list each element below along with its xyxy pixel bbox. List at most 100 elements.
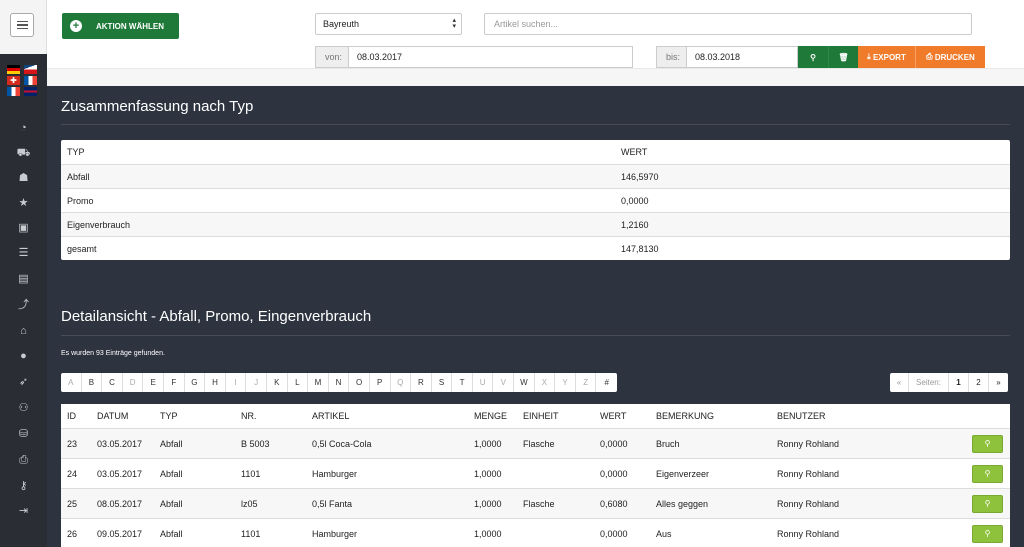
toolbar: + AKTION WÄHLEN Bayreuth ▴ ▾ Artikel such… bbox=[47, 0, 1024, 86]
letter-filter-q[interactable]: Q bbox=[391, 373, 412, 392]
letter-filter-l[interactable]: L bbox=[288, 373, 309, 392]
menu-toggle-button[interactable] bbox=[10, 13, 34, 37]
user-icon[interactable]: ● bbox=[0, 348, 47, 364]
pager-page-1[interactable]: 1 bbox=[949, 373, 969, 392]
letter-filter-y[interactable]: Y bbox=[555, 373, 576, 392]
cell-benutzer: Ronny Rohland bbox=[777, 528, 840, 539]
view-detail-button[interactable]: ⚲ bbox=[972, 434, 1003, 453]
summary-header-row: TYP WERT bbox=[61, 140, 1010, 164]
letter-filter-c[interactable]: C bbox=[102, 373, 123, 392]
detail-header-id[interactable]: ID bbox=[67, 411, 76, 421]
summary-divider bbox=[61, 124, 1010, 125]
delete-button[interactable]: 🗑 bbox=[828, 46, 858, 68]
detail-header-bemerkung[interactable]: BEMERKUNG bbox=[656, 411, 714, 421]
letter-filter-d[interactable]: D bbox=[123, 373, 144, 392]
letter-filter-i[interactable]: I bbox=[226, 373, 247, 392]
drucken-label: DRUCKEN bbox=[934, 52, 975, 62]
letter-filter-w[interactable]: W bbox=[514, 373, 535, 392]
view-detail-button[interactable]: ⚲ bbox=[972, 524, 1003, 543]
bis-date-input[interactable]: 08.03.2018 bbox=[686, 46, 798, 68]
letter-filter-v[interactable]: V bbox=[493, 373, 515, 392]
pager-prev[interactable]: « bbox=[890, 373, 909, 392]
cart-icon[interactable]: ⛟ bbox=[0, 145, 47, 161]
von-date-input[interactable]: 08.03.2017 bbox=[348, 46, 633, 68]
letter-filter-s[interactable]: S bbox=[432, 373, 453, 392]
dashboard-icon[interactable]: ◔ bbox=[0, 120, 47, 136]
detail-header-wert[interactable]: WERT bbox=[600, 411, 626, 421]
pager-page-2[interactable]: 2 bbox=[969, 373, 989, 392]
location-value: Bayreuth bbox=[323, 19, 360, 29]
location-select[interactable]: Bayreuth ▴ ▾ bbox=[315, 13, 462, 35]
flag-uk-icon[interactable] bbox=[24, 87, 37, 96]
flag-de-icon[interactable] bbox=[7, 65, 20, 74]
book-icon[interactable]: ▤ bbox=[0, 271, 47, 287]
detail-header-artikel[interactable]: ARTIKEL bbox=[312, 411, 349, 421]
letter-filter-h[interactable]: H bbox=[205, 373, 226, 392]
aktion-label: AKTION WÄHLEN bbox=[96, 21, 164, 31]
list-icon[interactable]: ☰ bbox=[0, 245, 47, 261]
cell-einheit: Flasche bbox=[523, 438, 555, 449]
search-icon: ⚲ bbox=[984, 438, 991, 448]
cell-menge: 1,0000 bbox=[474, 438, 502, 449]
chart-icon[interactable]: ⤴ bbox=[0, 297, 47, 313]
cell-wert: 0,0000 bbox=[600, 438, 628, 449]
logout-icon[interactable]: ⇥ bbox=[0, 503, 47, 519]
add-user-icon[interactable]: ☗ bbox=[0, 170, 47, 186]
letter-filter-hash[interactable]: # bbox=[596, 373, 617, 392]
summary-header-typ: TYP bbox=[67, 147, 85, 157]
cell-bemerkung: Aus bbox=[656, 528, 672, 539]
letter-filter-j[interactable]: J bbox=[246, 373, 267, 392]
article-search-input[interactable]: Artikel suchen... bbox=[484, 13, 972, 35]
letter-filter-e[interactable]: E bbox=[143, 373, 164, 392]
flag-fr-icon[interactable] bbox=[24, 76, 37, 85]
letter-filter-a[interactable]: A bbox=[61, 373, 82, 392]
letter-filter-u[interactable]: U bbox=[473, 373, 494, 392]
letter-filter-r[interactable]: R bbox=[411, 373, 432, 392]
alphabet-filter: A B C D E F G H I J K L M N O P Q R S T U V W X Y Z # bbox=[61, 373, 618, 392]
cell-datum: 08.05.2017 bbox=[97, 498, 143, 509]
letter-filter-o[interactable]: O bbox=[349, 373, 370, 392]
flag-ch-icon[interactable]: ✚ bbox=[7, 76, 20, 85]
letter-filter-p[interactable]: P bbox=[370, 373, 391, 392]
aktion-waehlen-button[interactable]: + AKTION WÄHLEN bbox=[62, 13, 179, 39]
detail-header-datum[interactable]: DATUM bbox=[97, 411, 128, 421]
letter-filter-g[interactable]: G bbox=[185, 373, 206, 392]
cell-artikel: 0,5l Coca-Cola bbox=[312, 438, 372, 449]
letter-filter-f[interactable]: F bbox=[164, 373, 185, 392]
search-button[interactable]: ⚲ bbox=[798, 46, 828, 68]
view-detail-button[interactable]: ⚲ bbox=[972, 464, 1003, 483]
letter-filter-b[interactable]: B bbox=[82, 373, 103, 392]
view-detail-button[interactable]: ⚲ bbox=[972, 494, 1003, 513]
detail-header-nr[interactable]: NR. bbox=[241, 411, 257, 421]
rocket-icon[interactable]: ➶ bbox=[0, 374, 47, 390]
home-icon[interactable]: ⌂ bbox=[0, 323, 47, 339]
users-icon[interactable]: ⚇ bbox=[0, 400, 47, 416]
letter-filter-z[interactable]: Z bbox=[576, 373, 597, 392]
export-button[interactable]: ⤓ EXPORT bbox=[858, 46, 915, 68]
detail-divider bbox=[61, 335, 1010, 336]
flag-cz-icon[interactable] bbox=[24, 65, 37, 74]
cell-artikel: Hamburger bbox=[312, 468, 358, 479]
detail-header-benutzer[interactable]: BENUTZER bbox=[777, 411, 826, 421]
letter-filter-m[interactable]: M bbox=[308, 373, 329, 392]
letter-filter-k[interactable]: K bbox=[267, 373, 288, 392]
flag-fr2-icon[interactable] bbox=[7, 87, 20, 96]
letter-filter-x[interactable]: X bbox=[535, 373, 556, 392]
key-icon[interactable]: ⚷ bbox=[0, 478, 47, 494]
cell-nr: 1101 bbox=[241, 468, 261, 479]
detail-header-menge[interactable]: MENGE bbox=[474, 411, 507, 421]
pager-next[interactable]: » bbox=[989, 373, 1008, 392]
archive-icon[interactable]: ▣ bbox=[0, 220, 47, 236]
summary-row: Promo 0,0000 bbox=[61, 188, 1010, 212]
detail-header-typ[interactable]: TYP bbox=[160, 411, 178, 421]
star-icon[interactable]: ★ bbox=[0, 195, 47, 211]
letter-filter-n[interactable]: N bbox=[329, 373, 350, 392]
letter-filter-t[interactable]: T bbox=[452, 373, 473, 392]
database-icon[interactable]: ⛁ bbox=[0, 426, 47, 442]
cell-datum: 03.05.2017 bbox=[97, 438, 143, 449]
drucken-button[interactable]: ⎙ DRUCKEN bbox=[915, 46, 985, 68]
detail-header-einheit[interactable]: EINHEIT bbox=[523, 411, 559, 421]
cell-benutzer: Ronny Rohland bbox=[777, 468, 840, 479]
cell-id: 26 bbox=[67, 528, 78, 539]
printer-icon[interactable]: ⎙ bbox=[0, 452, 47, 468]
